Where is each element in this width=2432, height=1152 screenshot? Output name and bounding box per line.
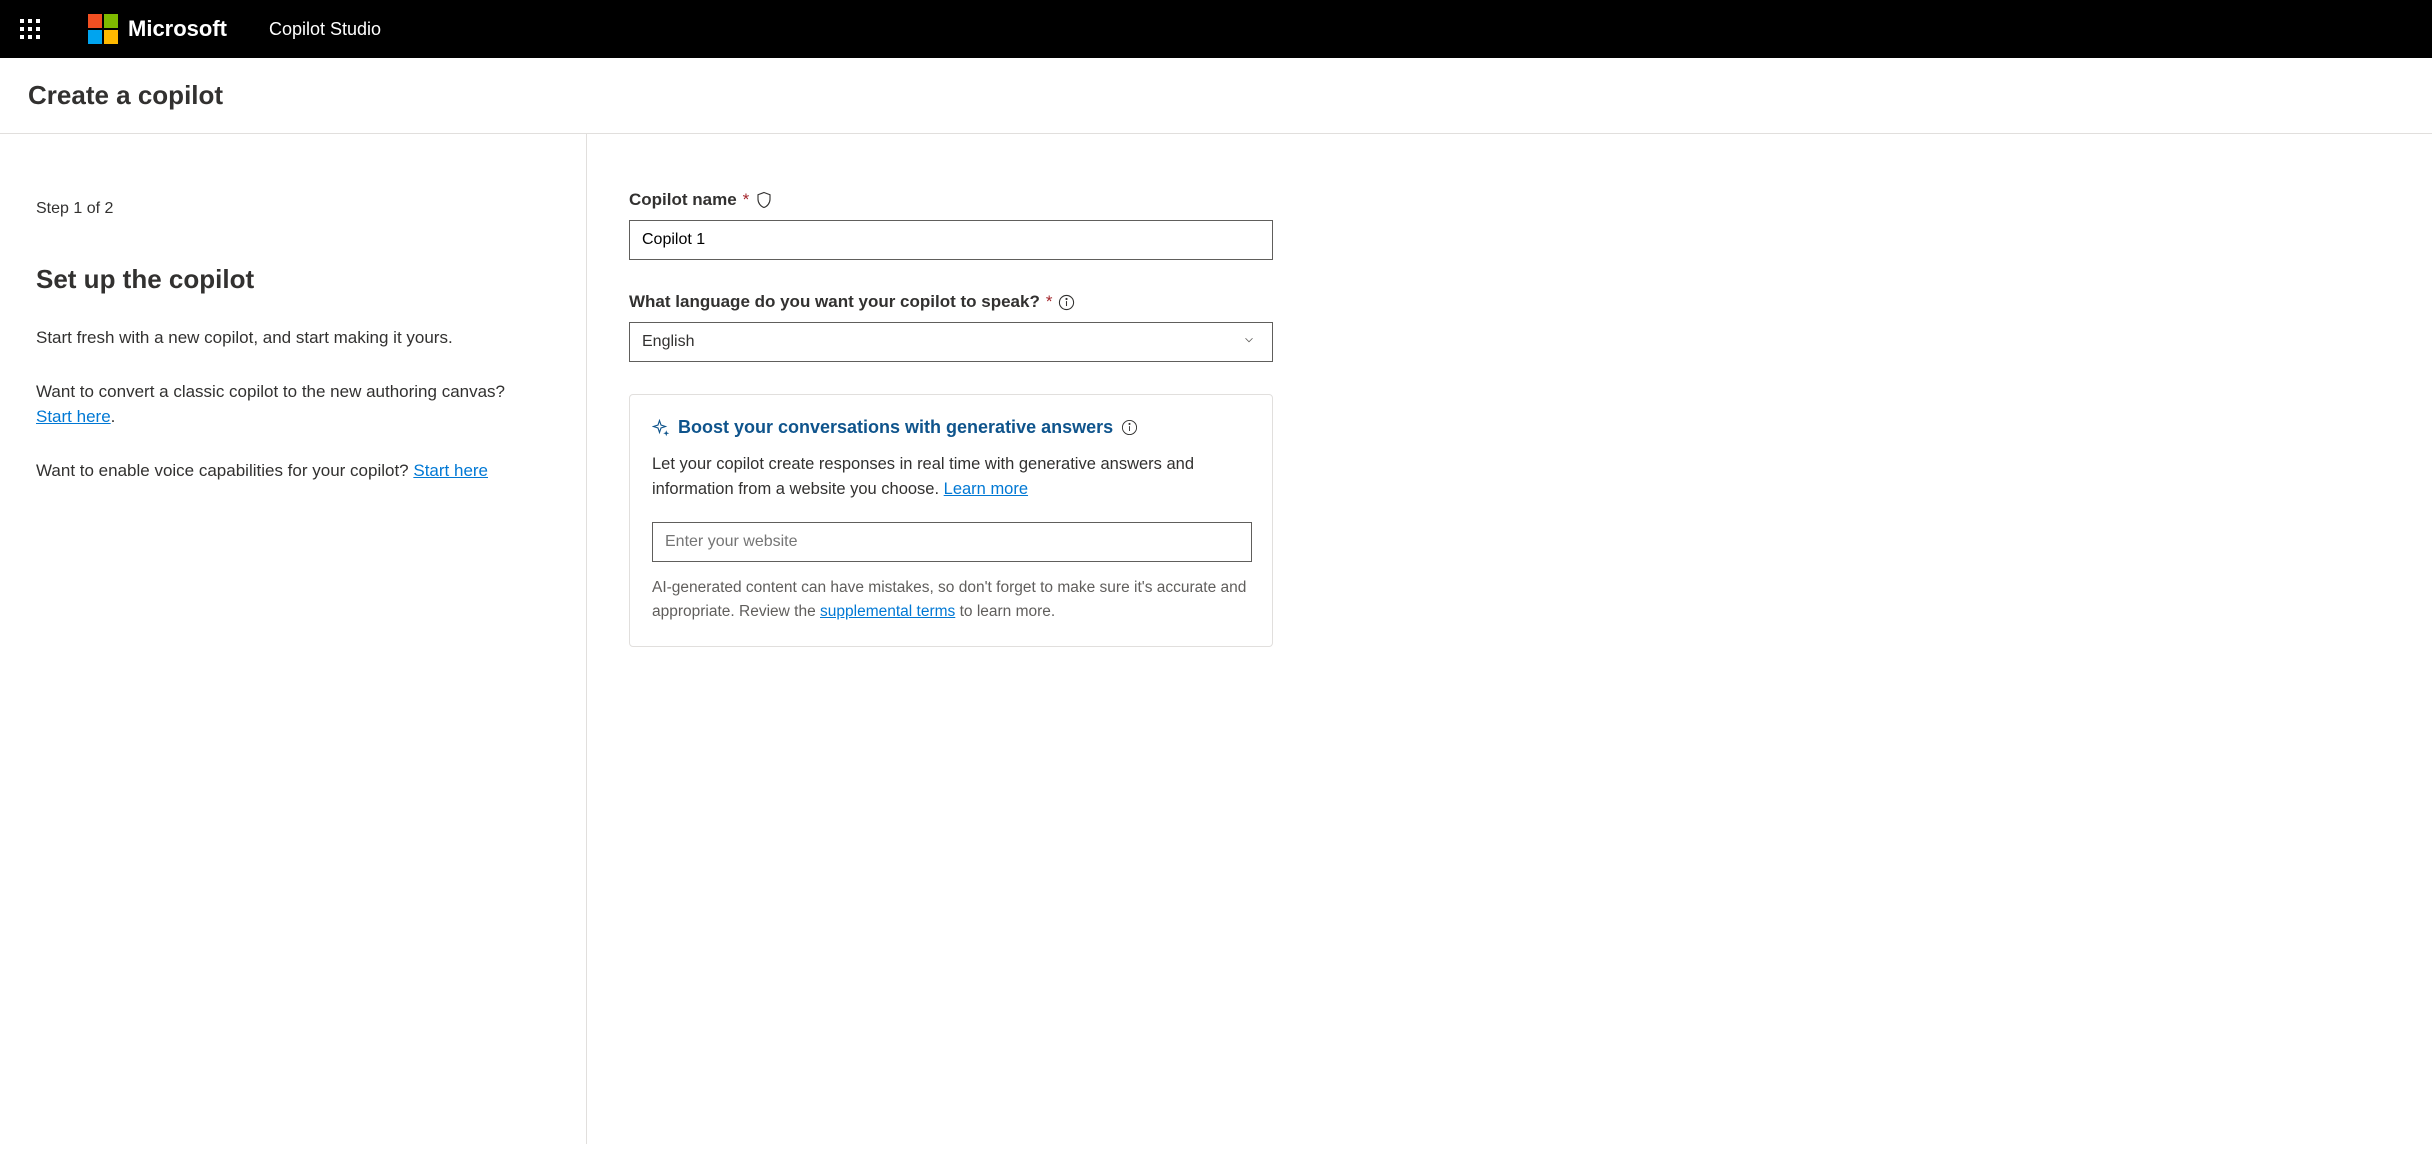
page-title: Create a copilot: [28, 80, 2404, 111]
boost-title-row: Boost your conversations with generative…: [652, 417, 1250, 438]
shield-icon: [755, 191, 773, 209]
left-pane: Step 1 of 2 Set up the copilot Start fre…: [0, 134, 587, 1144]
info-icon[interactable]: [1058, 294, 1075, 311]
microsoft-logo-icon: [88, 14, 118, 44]
intro-text: Start fresh with a new copilot, and star…: [36, 325, 550, 351]
page-header: Create a copilot: [0, 58, 2432, 134]
setup-heading: Set up the copilot: [36, 264, 550, 295]
language-label-text: What language do you want your copilot t…: [629, 292, 1040, 312]
app-launcher-icon[interactable]: [14, 13, 46, 45]
info-icon[interactable]: [1121, 419, 1138, 436]
name-field-group: Copilot name *: [629, 190, 1265, 260]
voice-text: Want to enable voice capabilities for yo…: [36, 461, 413, 480]
voice-prompt: Want to enable voice capabilities for yo…: [36, 458, 550, 484]
microsoft-brand[interactable]: Microsoft: [88, 14, 227, 44]
website-input[interactable]: [652, 522, 1252, 562]
language-field-group: What language do you want your copilot t…: [629, 292, 1265, 362]
sparkle-icon: [652, 419, 670, 437]
boost-card: Boost your conversations with generative…: [629, 394, 1273, 647]
language-select-wrap: English: [629, 322, 1273, 362]
convert-link[interactable]: Start here: [36, 407, 111, 426]
brand-text: Microsoft: [128, 16, 227, 42]
top-bar: Microsoft Copilot Studio: [0, 0, 2432, 58]
language-value: English: [642, 333, 694, 351]
content-area: Step 1 of 2 Set up the copilot Start fre…: [0, 134, 2432, 1144]
required-asterisk: *: [743, 190, 750, 210]
language-select[interactable]: English: [629, 322, 1273, 362]
boost-description: Let your copilot create responses in rea…: [652, 452, 1250, 502]
boost-title-text: Boost your conversations with generative…: [678, 417, 1113, 438]
disclaimer-after: to learn more.: [955, 603, 1055, 620]
name-field-label: Copilot name *: [629, 190, 1265, 210]
chevron-down-icon: [1242, 333, 1256, 352]
ai-disclaimer: AI-generated content can have mistakes, …: [652, 576, 1250, 624]
name-label-text: Copilot name: [629, 190, 737, 210]
voice-link[interactable]: Start here: [413, 461, 488, 480]
convert-period: .: [111, 407, 116, 426]
boost-desc-text: Let your copilot create responses in rea…: [652, 455, 1194, 498]
language-field-label: What language do you want your copilot t…: [629, 292, 1265, 312]
required-asterisk: *: [1046, 292, 1053, 312]
app-name[interactable]: Copilot Studio: [269, 19, 381, 40]
learn-more-link[interactable]: Learn more: [944, 480, 1028, 498]
convert-prompt: Want to convert a classic copilot to the…: [36, 379, 550, 430]
step-label: Step 1 of 2: [36, 200, 550, 218]
supplemental-terms-link[interactable]: supplemental terms: [820, 603, 955, 620]
right-pane: Copilot name * What language do you want…: [587, 134, 1307, 1144]
convert-text: Want to convert a classic copilot to the…: [36, 382, 505, 401]
copilot-name-input[interactable]: [629, 220, 1273, 260]
